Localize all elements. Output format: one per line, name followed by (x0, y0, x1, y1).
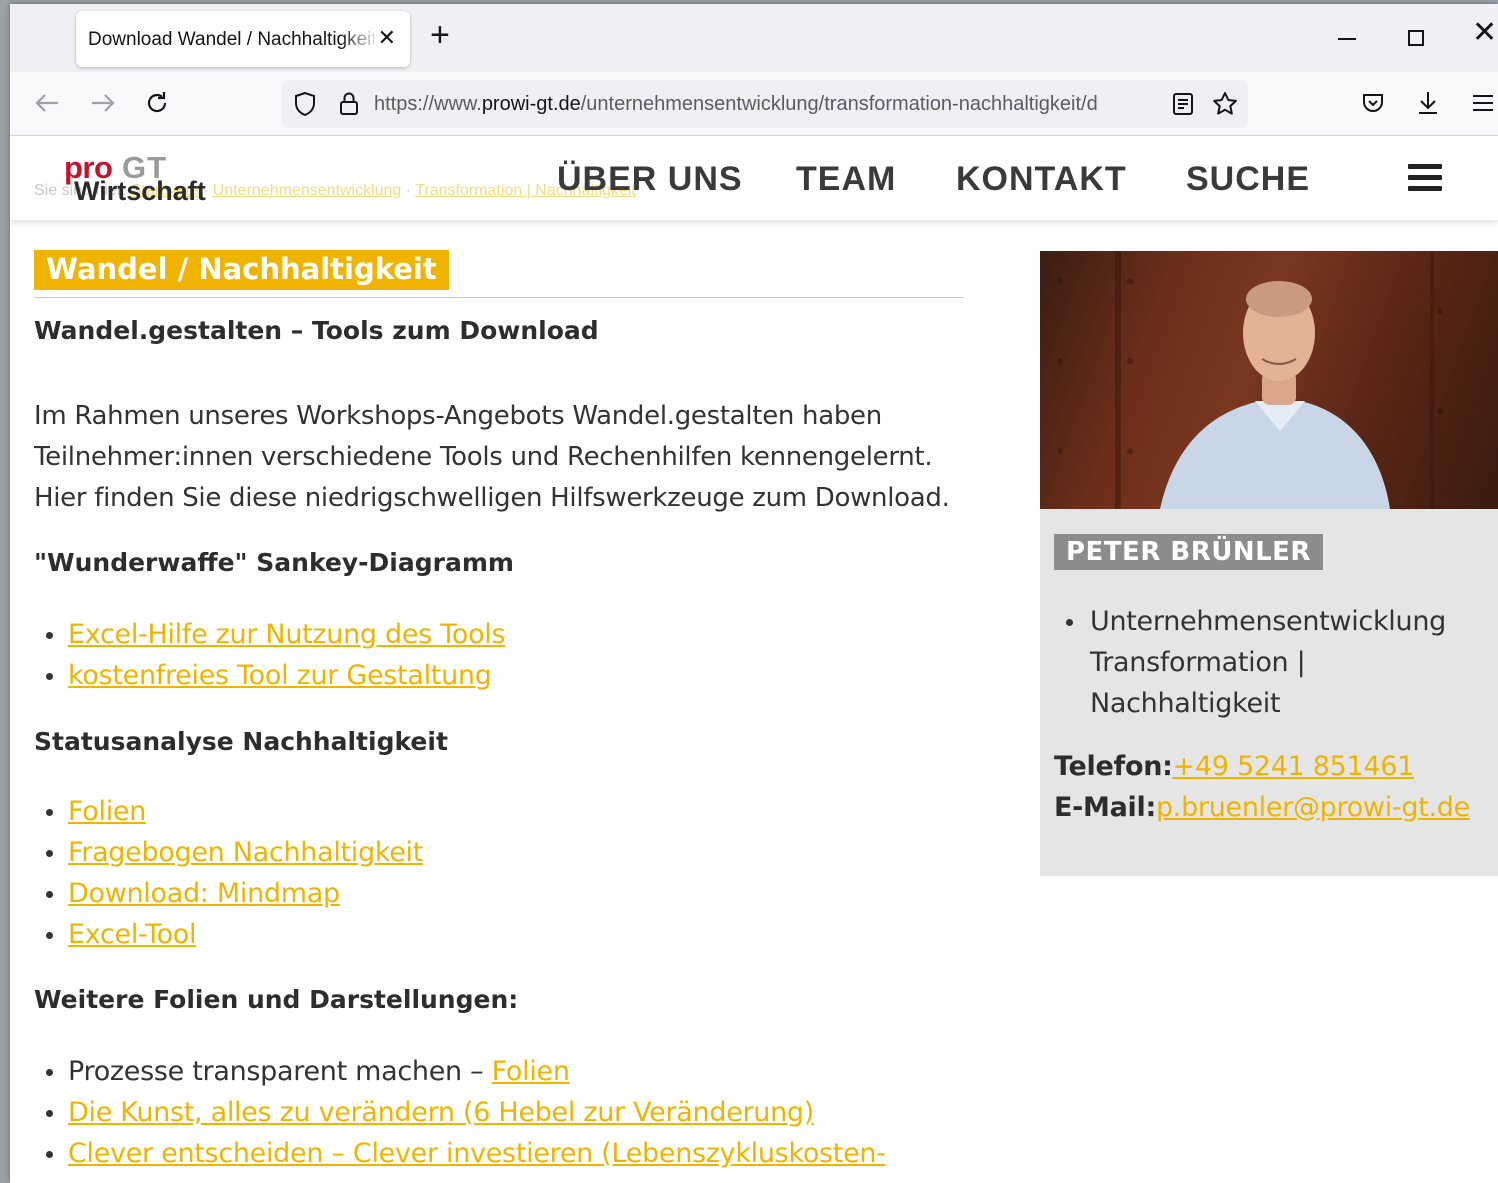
nav-kontakt[interactable]: KONTAKT (956, 160, 1127, 199)
contact-card: PETER BRÜNLER Unternehmensentwicklung Tr… (1040, 251, 1498, 876)
reader-view-icon[interactable] (1168, 89, 1198, 119)
weitere-link-list: Prozesse transparent machen – Folien Die… (44, 1051, 886, 1174)
list-item: Die Kunst, alles zu verändern (6 Hebel z… (44, 1092, 886, 1133)
url-host: prowi-gt.de (481, 93, 581, 115)
contact-photo (1040, 251, 1498, 509)
contact-name: PETER BRÜNLER (1054, 534, 1323, 570)
link-kunst-veraendern[interactable]: Die Kunst, alles zu verändern (6 Hebel z… (68, 1097, 814, 1128)
link-prozesse-folien[interactable]: Folien (492, 1056, 570, 1087)
url-bar[interactable]: https://www.prowi-gt.de/unternehmensentw… (282, 80, 1248, 128)
bookmark-star-icon[interactable] (1210, 89, 1240, 119)
minimize-icon[interactable] (1338, 38, 1356, 40)
section-heading-statusanalyse: Statusanalyse Nachhaltigkeit (34, 727, 448, 756)
url-prefix: https://www. (374, 93, 482, 115)
contact-areas: Unternehmensentwicklung Transformation |… (1064, 601, 1484, 724)
item-text: Prozesse transparent machen – (68, 1056, 492, 1087)
app-menu-icon[interactable] (1468, 88, 1498, 118)
link-excel-hilfe[interactable]: Excel-Hilfe zur Nutzung des Tools (68, 619, 506, 650)
url-path: /unternehmensentwicklung/transformation-… (580, 93, 1098, 115)
section-heading-sankey: "Wunderwaffe" Sankey-Diagramm (34, 548, 514, 577)
logo-wirtschaft-text: Wirtschaft (74, 176, 206, 206)
list-item: Download: Mindmap (44, 873, 423, 914)
section-heading-weitere: Weitere Folien und Darstellungen: (34, 985, 519, 1014)
link-fragebogen[interactable]: Fragebogen Nachhaltigkeit (68, 837, 423, 868)
page-title: Wandel / Nachhaltigkeit (34, 250, 449, 290)
new-tab-icon[interactable]: + (430, 18, 450, 52)
reload-icon[interactable] (142, 88, 172, 118)
list-item: Excel-Hilfe zur Nutzung des Tools (44, 614, 506, 655)
page-content: Wandel / Nachhaltigkeit Wandel.gestalten… (10, 220, 1498, 1183)
tab-close-icon[interactable]: ✕ (378, 25, 396, 51)
forward-arrow-icon[interactable] (88, 88, 118, 118)
lock-icon[interactable] (334, 89, 364, 119)
hamburger-menu-icon[interactable] (1408, 164, 1442, 192)
list-item: Prozesse transparent machen – Folien (44, 1051, 886, 1092)
list-item: Clever entscheiden – Clever investieren … (44, 1133, 886, 1174)
sankey-link-list: Excel-Hilfe zur Nutzung des Tools kosten… (44, 614, 506, 696)
breadcrumb-item-unternehmensentwicklung[interactable]: Unternehmensentwicklung (213, 182, 402, 199)
link-folien[interactable]: Folien (68, 796, 146, 827)
email-link[interactable]: p.bruenler@prowi-gt.de (1156, 792, 1470, 823)
nav-suche[interactable]: SUCHE (1186, 160, 1310, 199)
list-item: kostenfreies Tool zur Gestaltung (44, 655, 505, 696)
site-header: Sie sind hier: Startseite · Unternehmens… (10, 136, 1498, 220)
contact-area-item: Unternehmensentwicklung Transformation |… (1064, 601, 1484, 724)
back-arrow-icon[interactable] (32, 88, 62, 118)
browser-tab[interactable]: Download Wandel / Nachhaltigkeit ✕ (76, 11, 410, 67)
browser-window: Download Wandel / Nachhaltigkeit ✕ + ✕ h… (10, 4, 1498, 1183)
page-title-bar: Wandel / Nachhaltigkeit (34, 250, 964, 298)
tab-title-fade (340, 21, 380, 57)
intro-paragraph: Im Rahmen unseres Workshops-Angebots Wan… (34, 401, 950, 513)
url-fade (1134, 88, 1164, 120)
tab-title: Download Wandel / Nachhaltigkeit (88, 29, 374, 50)
email-label: E-Mail: (1054, 792, 1156, 823)
downloads-icon[interactable] (1413, 88, 1443, 118)
tracking-shield-icon[interactable] (290, 89, 320, 119)
phone-label: Telefon: (1054, 751, 1173, 782)
contact-email-line: E-Mail:p.bruenler@prowi-gt.de (1054, 792, 1470, 823)
contact-phone-line: Telefon:+49 5241 851461 (1054, 751, 1414, 782)
url-text[interactable]: https://www.prowi-gt.de/unternehmensentw… (374, 93, 1164, 116)
link-mindmap[interactable]: Download: Mindmap (68, 878, 340, 909)
list-item: Excel-Tool (44, 914, 423, 955)
statusanalyse-link-list: Folien Fragebogen Nachhaltigkeit Downloa… (44, 791, 423, 955)
link-kostenfreies-tool[interactable]: kostenfreies Tool zur Gestaltung (68, 660, 492, 691)
site-logo[interactable]: pro GT Wirtschaft (64, 150, 214, 210)
phone-link[interactable]: +49 5241 851461 (1173, 751, 1415, 782)
pocket-icon[interactable] (1358, 88, 1388, 118)
link-clever-entscheiden[interactable]: Clever entscheiden – Clever investieren … (68, 1138, 886, 1169)
tab-bar: Download Wandel / Nachhaltigkeit ✕ + ✕ (10, 4, 1498, 72)
link-excel-tool[interactable]: Excel-Tool (68, 919, 197, 950)
page-subtitle: Wandel.gestalten – Tools zum Download (34, 316, 599, 345)
navigation-toolbar: https://www.prowi-gt.de/unternehmensentw… (10, 72, 1498, 136)
list-item: Folien (44, 791, 423, 832)
nav-ueber-uns[interactable]: ÜBER UNS (557, 160, 743, 199)
list-item: Fragebogen Nachhaltigkeit (44, 832, 423, 873)
window-close-icon[interactable]: ✕ (1472, 18, 1497, 48)
maximize-icon[interactable] (1408, 30, 1424, 46)
nav-team[interactable]: TEAM (796, 160, 896, 199)
